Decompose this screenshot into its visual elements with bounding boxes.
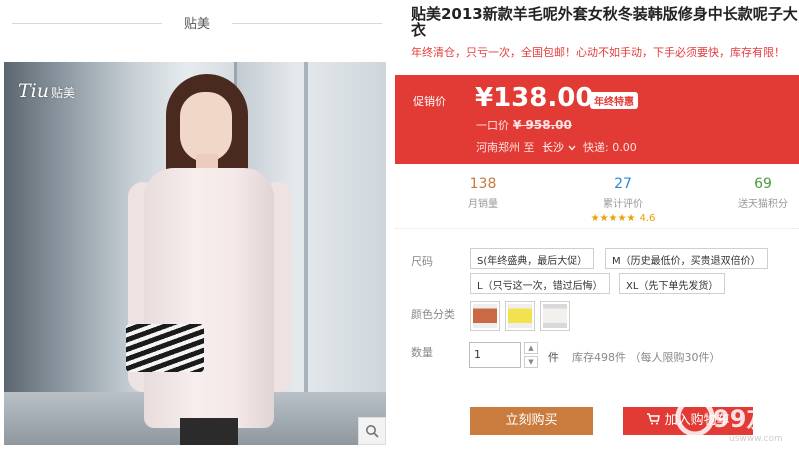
rating-stars: ★★★★★ 4.6: [590, 213, 656, 224]
product-detail: 贴美2013新款羊毛呢外套女秋冬装韩版修身中长款呢子大衣 年终清仓，只亏一次，全…: [394, 0, 799, 445]
model-clutch: [126, 324, 204, 372]
model-legs: [180, 418, 238, 445]
quantity-unit: 件: [548, 351, 559, 364]
current-price: ¥138.00: [475, 83, 594, 113]
search-icon: [366, 425, 379, 438]
watermark-text: 99友: [713, 405, 770, 433]
buy-now-button[interactable]: 立刻购买: [470, 407, 593, 435]
color-swatch-image: [508, 304, 532, 328]
size-label: 尺码: [411, 255, 433, 268]
brand-logo-text: 贴美: [51, 86, 76, 100]
review-count-value: 27: [614, 176, 632, 192]
size-option-m[interactable]: M（历史最低价，买贵退双倍价）: [605, 248, 768, 269]
tmall-points: 69 送天猫积分: [703, 176, 799, 210]
stats-bar: 138 月销量 27 累计评价 ★★★★★ 4.6 69 送天猫积分: [395, 164, 799, 229]
ship-to-label: 至: [523, 141, 535, 154]
model-face: [180, 92, 232, 162]
cart-icon: [647, 413, 661, 425]
monthly-sales: 138 月销量: [423, 176, 543, 210]
ship-to-select[interactable]: 长沙: [542, 141, 579, 154]
original-price-row: 一口价 ¥ 958.00: [476, 117, 572, 133]
size-option-s[interactable]: S(年终盛典，最后大促）: [470, 248, 595, 269]
background-wall-edge: [304, 62, 308, 445]
review-count[interactable]: 27 累计评价 ★★★★★ 4.6: [563, 176, 683, 224]
color-label: 颜色分类: [411, 308, 455, 321]
product-gallery: 贴美 Tiu 贴美: [0, 0, 394, 445]
monthly-sales-value: 138: [469, 176, 497, 192]
shipping-fee: 快递: 0.00: [583, 141, 637, 154]
price-panel: 促销价 ¥138.00 年终特惠 一口价 ¥ 958.00 河南郑州 至 长沙 快…: [395, 75, 799, 164]
store-name[interactable]: 贴美: [162, 13, 232, 32]
divider: [12, 23, 162, 24]
site-watermark: 99友 uswww.com: [669, 393, 799, 445]
shipping-row: 河南郑州 至 长沙 快递: 0.00: [476, 139, 637, 155]
tmall-points-value: 69: [754, 176, 772, 192]
rating-value: 4.6: [639, 213, 656, 224]
ship-to-value: 长沙: [542, 141, 564, 154]
original-price: ¥ 958.00: [513, 118, 572, 132]
watermark-url: uswww.com: [729, 434, 783, 444]
color-swatch-2[interactable]: [505, 301, 535, 331]
product-title: 贴美2013新款羊毛呢外套女秋冬装韩版修身中长款呢子大衣: [411, 5, 798, 39]
quantity-input[interactable]: 1: [469, 342, 521, 368]
watermark-logo: 99友 uswww.com: [675, 397, 783, 444]
zoom-button[interactable]: [358, 417, 386, 445]
price-label: 促销价: [413, 95, 446, 108]
color-swatch-image: [473, 304, 497, 328]
quantity-label: 数量: [411, 346, 433, 359]
brand-logo: Tiu 贴美: [18, 80, 75, 102]
quantity-increase[interactable]: ▲: [524, 342, 538, 354]
product-subtitle: 年终清仓，只亏一次，全国包邮！心动不如手动，下手必须要快，库存有限！: [411, 46, 785, 59]
ship-from: 河南郑州: [476, 141, 520, 154]
color-swatch-3[interactable]: [540, 301, 570, 331]
promo-badge: 年终特惠: [590, 92, 638, 109]
monthly-sales-label: 月销量: [468, 199, 498, 210]
divider: [232, 23, 382, 24]
quantity-decrease[interactable]: ▼: [524, 356, 538, 368]
tmall-points-label: 送天猫积分: [738, 199, 788, 210]
product-main-image[interactable]: Tiu 贴美: [4, 62, 386, 445]
brand-logo-mark: Tiu: [18, 80, 49, 102]
chevron-down-icon: [568, 145, 575, 151]
size-option-xl[interactable]: XL（先下单先发货）: [619, 273, 726, 294]
store-header: 贴美: [0, 0, 394, 52]
color-swatch-1[interactable]: [470, 301, 500, 331]
original-price-label: 一口价: [476, 119, 509, 132]
stock-info: 库存498件 （每人限购30件）: [572, 351, 721, 364]
size-option-l[interactable]: L（只亏这一次，错过后悔）: [470, 273, 610, 294]
color-swatch-image: [543, 304, 567, 328]
model-coat: [144, 168, 274, 428]
review-count-label: 累计评价: [603, 199, 643, 210]
